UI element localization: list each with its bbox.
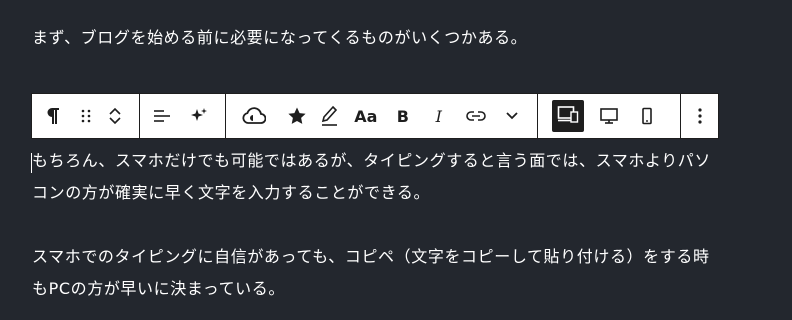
italic-label: I (435, 106, 442, 126)
block-controls-group (32, 94, 141, 138)
chevron-down-icon (505, 111, 519, 121)
move-buttons (98, 94, 132, 138)
ai-sparkle-icon (190, 107, 208, 125)
link-icon (466, 110, 486, 122)
more-formatting-button[interactable] (494, 94, 530, 138)
align-button[interactable] (140, 94, 184, 138)
link-button[interactable] (458, 94, 494, 138)
responsive-view-button[interactable] (551, 100, 584, 132)
star-icon (287, 106, 307, 126)
block-toolbar: Aa B I (31, 93, 719, 139)
star-button[interactable] (282, 94, 312, 138)
italic-button[interactable]: I (420, 94, 458, 138)
formatting-group: Aa B I (226, 94, 538, 138)
options-button[interactable] (681, 94, 718, 138)
drag-handle[interactable] (74, 94, 98, 138)
paragraph-button[interactable] (32, 94, 74, 138)
drag-handle-icon (81, 108, 91, 124)
alignment-group (140, 94, 226, 138)
change-case-label: Aa (354, 106, 378, 126)
paragraph[interactable]: スマホでのタイピングに自信があっても、コピペ（文字をコピーして貼り付ける）をする… (32, 241, 710, 305)
more-options-icon (697, 107, 703, 125)
paragraph-line: スマホでのタイピングに自信があっても、コピペ（文字をコピーして貼り付ける）をする… (32, 247, 710, 266)
device-preview-group (538, 94, 681, 138)
cloud-button[interactable] (226, 94, 282, 138)
paragraph-icon (46, 107, 60, 125)
paragraph-line: もPCの方が早いに決まっている。 (32, 279, 285, 298)
change-case-button[interactable]: Aa (346, 94, 386, 138)
mobile-view-button[interactable] (630, 94, 664, 138)
mobile-icon (641, 107, 653, 125)
options-group (681, 94, 718, 138)
bold-label: B (396, 106, 409, 126)
highlight-button[interactable] (312, 94, 346, 138)
paragraph-line: コンの方が確実に早く文字を入力することができる。 (32, 183, 431, 202)
desktop-view-button[interactable] (588, 94, 630, 138)
intro-text: まず、ブログを始める前に必要になってくるものがいくつかある。 (32, 28, 528, 47)
responsive-devices-icon (557, 105, 579, 127)
cloud-icon (242, 106, 266, 126)
paragraph-line: もちろん、スマホだけでも可能ではあるが、タイピングすると言う面では、スマホよりパ… (32, 151, 712, 170)
move-up-icon[interactable] (108, 106, 122, 116)
move-down-icon[interactable] (108, 116, 122, 126)
intro-paragraph[interactable]: まず、ブログを始める前に必要になってくるものがいくつかある。 (32, 22, 527, 54)
selected-paragraph[interactable]: もちろん、スマホだけでも可能ではあるが、タイピングすると言う面では、スマホよりパ… (32, 145, 711, 209)
ai-button[interactable] (184, 94, 214, 138)
highlighter-icon (319, 105, 339, 127)
align-icon (153, 109, 171, 123)
desktop-icon (599, 107, 619, 125)
bold-button[interactable]: B (386, 94, 420, 138)
